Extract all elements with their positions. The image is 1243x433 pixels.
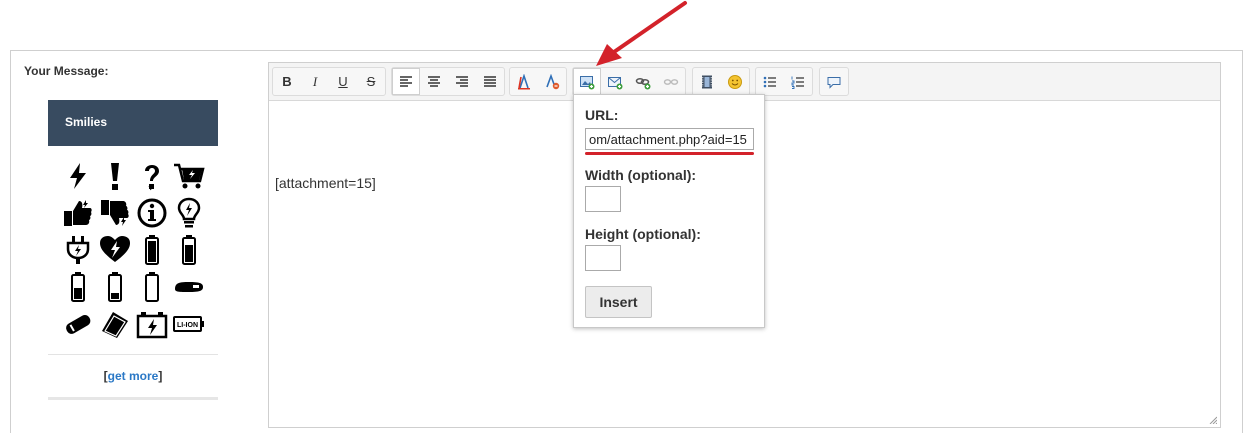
li-ion-battery-icon[interactable]: LI-ION — [171, 306, 207, 342]
align-center-button[interactable] — [420, 68, 448, 95]
question-icon[interactable] — [134, 158, 170, 194]
li-ion-text: LI-ION — [177, 322, 198, 329]
list-group — [755, 67, 813, 96]
message-label: Your Message: — [24, 64, 109, 78]
underline-button[interactable]: U — [329, 68, 357, 95]
battery-pack-icon[interactable] — [97, 306, 133, 342]
broken-heart-icon[interactable] — [97, 232, 133, 268]
smilies-panel: Smilies LI-ION [get more] — [48, 100, 218, 400]
text-style-group: B I U S — [272, 67, 386, 96]
bullet-list-icon — [763, 76, 776, 87]
insert-link-button[interactable] — [629, 68, 657, 95]
remove-format-icon — [546, 73, 560, 89]
battery-empty-icon[interactable] — [134, 269, 170, 305]
insert-emoticon-button[interactable] — [721, 68, 749, 95]
align-right-button[interactable] — [448, 68, 476, 95]
bracket-close: ] — [158, 369, 163, 383]
insert-button[interactable]: Insert — [585, 286, 652, 318]
battery-high-icon[interactable] — [171, 232, 207, 268]
align-right-icon — [456, 75, 468, 87]
numbered-list-button[interactable] — [784, 68, 812, 95]
url-label: URL: — [585, 107, 619, 123]
info-icon[interactable] — [134, 195, 170, 231]
bold-button[interactable]: B — [273, 68, 301, 95]
resize-grip-icon[interactable] — [1209, 416, 1217, 424]
strikethrough-button[interactable]: S — [357, 68, 385, 95]
insert-image-dropdown: URL: Width (optional): Height (optional)… — [573, 94, 765, 328]
numbered-list-icon — [791, 76, 804, 89]
width-input[interactable] — [585, 186, 621, 212]
align-left-button[interactable] — [392, 68, 420, 95]
smiley-icon — [728, 74, 742, 89]
height-input[interactable] — [585, 245, 621, 271]
car-battery-icon[interactable] — [134, 306, 170, 342]
annotation-underline — [585, 152, 754, 155]
insert-email-button[interactable] — [601, 68, 629, 95]
insert-image-button[interactable] — [573, 68, 601, 95]
get-more-link[interactable]: get more — [108, 369, 159, 383]
justify-icon — [484, 75, 496, 87]
font-color-button[interactable] — [510, 68, 538, 95]
smilies-title: Smilies — [48, 100, 218, 146]
italic-glyph: I — [312, 73, 318, 89]
media-group — [692, 67, 750, 96]
insert-video-button[interactable] — [693, 68, 721, 95]
speech-bubble-icon — [827, 76, 841, 89]
battery-half-icon[interactable] — [60, 269, 96, 305]
align-center-icon — [428, 75, 440, 87]
underline-glyph: U — [338, 74, 348, 89]
battery-low-icon[interactable] — [97, 269, 133, 305]
unlink-icon — [663, 78, 679, 85]
thumbs-up-icon[interactable] — [60, 195, 96, 231]
smilies-grid: LI-ION — [48, 146, 218, 342]
justify-button[interactable] — [476, 68, 504, 95]
lightbulb-icon[interactable] — [171, 195, 207, 231]
exclamation-icon[interactable] — [97, 158, 133, 194]
url-input[interactable] — [585, 128, 754, 150]
insert-image-icon — [580, 75, 595, 89]
editor-content: [attachment=15] — [275, 175, 376, 191]
strike-glyph: S — [366, 74, 376, 89]
alignment-group — [391, 67, 505, 96]
battery-full-icon[interactable] — [134, 232, 170, 268]
insert-group — [572, 67, 686, 96]
thumbs-down-icon[interactable] — [97, 195, 133, 231]
smilies-bottom-border — [48, 397, 218, 400]
unlink-button[interactable] — [657, 68, 685, 95]
italic-button[interactable]: I — [301, 68, 329, 95]
align-left-icon — [400, 75, 412, 87]
bullet-list-button[interactable] — [756, 68, 784, 95]
quote-button[interactable] — [820, 68, 848, 95]
plug-icon[interactable] — [60, 232, 96, 268]
font-color-icon — [518, 73, 530, 89]
battery-flat-icon[interactable] — [171, 269, 207, 305]
link-icon — [635, 77, 651, 89]
cart-icon[interactable] — [171, 158, 207, 194]
quote-group — [819, 67, 849, 96]
email-icon — [608, 76, 623, 89]
battery-tilted-icon[interactable] — [60, 306, 96, 342]
film-icon — [702, 75, 712, 88]
bold-glyph: B — [282, 74, 292, 89]
get-more: [get more] — [48, 355, 218, 397]
remove-format-button[interactable] — [538, 68, 566, 95]
lightning-icon[interactable] — [60, 158, 96, 194]
height-label: Height (optional): — [585, 226, 701, 242]
width-label: Width (optional): — [585, 167, 697, 183]
font-group — [509, 67, 567, 96]
